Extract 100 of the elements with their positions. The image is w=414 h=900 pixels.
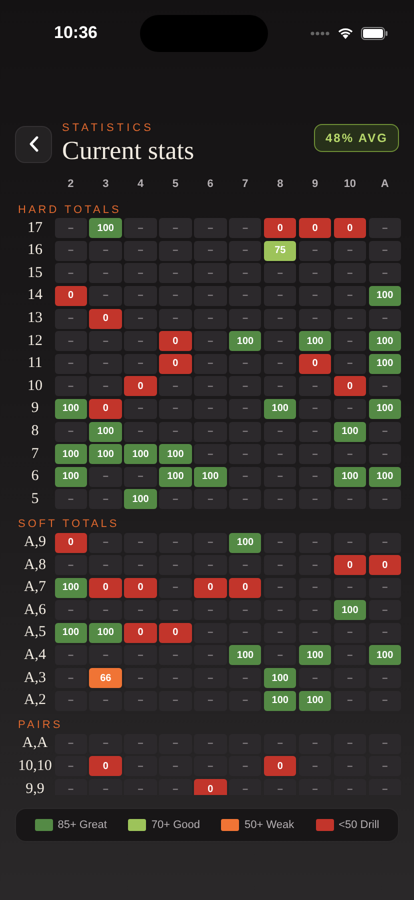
stat-cell[interactable]: – [298,240,332,261]
stat-cell[interactable]: – [89,263,122,284]
stat-cell[interactable]: – [298,600,332,620]
stat-cell[interactable]: – [89,240,122,261]
stat-cell[interactable]: – [334,756,366,776]
stat-cell[interactable]: – [194,734,226,754]
stat-cell[interactable]: – [54,756,87,776]
stat-cell[interactable]: 100 [89,218,122,238]
stat-cell[interactable]: – [159,578,192,598]
stat-cell[interactable]: – [89,690,122,711]
stat-cell[interactable]: – [334,690,366,711]
stat-cell[interactable]: – [264,578,296,598]
stat-cell[interactable]: 100 [368,354,401,374]
stat-cell[interactable]: 100 [124,444,157,464]
stat-cell[interactable]: – [124,218,157,238]
stat-cell[interactable]: – [124,263,157,284]
stat-cell[interactable]: 100 [334,422,366,442]
stat-cell[interactable]: – [229,756,262,776]
stat-cell[interactable]: 100 [89,444,122,464]
stat-cell[interactable]: – [159,690,192,711]
stat-cell[interactable]: – [54,354,87,374]
stat-cell[interactable]: – [194,422,226,442]
stat-cell[interactable]: 100 [264,690,296,711]
stat-cell[interactable]: – [264,532,296,552]
stat-cell[interactable]: – [229,240,262,261]
stat-cell[interactable]: – [229,354,262,374]
stat-cell[interactable]: – [194,600,226,620]
stat-cell[interactable]: – [194,286,226,306]
stat-cell[interactable]: – [229,779,262,795]
stat-cell[interactable]: – [334,779,366,795]
stat-cell[interactable]: 0 [229,578,262,598]
stat-cell[interactable]: 0 [54,532,87,552]
stat-cell[interactable]: – [54,331,87,352]
stat-cell[interactable]: – [54,376,87,396]
stat-cell[interactable]: 100 [89,422,122,442]
stat-cell[interactable]: – [89,600,122,620]
stat-cell[interactable]: – [368,756,401,776]
stat-cell[interactable]: – [334,286,366,306]
stat-cell[interactable]: 100 [298,690,332,711]
stat-cell[interactable]: – [194,263,226,284]
stat-cell[interactable]: – [264,354,296,374]
stat-cell[interactable]: – [298,422,332,442]
stat-cell[interactable]: 100 [264,398,296,419]
stat-cell[interactable]: – [89,489,122,510]
stat-cell[interactable]: – [54,308,87,329]
stat-cell[interactable]: – [368,532,401,552]
stat-cell[interactable]: – [334,444,366,464]
stat-cell[interactable]: 0 [54,286,87,306]
stat-cell[interactable]: – [334,398,366,419]
stat-cell[interactable]: 0 [334,555,366,576]
stat-cell[interactable]: – [368,622,401,643]
stat-cell[interactable]: – [298,622,332,643]
stat-cell[interactable]: – [229,600,262,620]
stat-cell[interactable]: – [54,422,87,442]
stat-cell[interactable]: – [264,331,296,352]
stat-cell[interactable]: – [54,555,87,576]
stat-cell[interactable]: – [159,240,192,261]
stat-cell[interactable]: – [334,263,366,284]
stat-cell[interactable]: – [264,376,296,396]
stat-cell[interactable]: – [298,466,332,487]
stat-cell[interactable]: – [159,376,192,396]
stat-cell[interactable]: – [229,622,262,643]
stat-cell[interactable]: – [229,422,262,442]
stat-cell[interactable]: 100 [229,331,262,352]
stat-cell[interactable]: – [159,600,192,620]
stat-cell[interactable]: 100 [89,622,122,643]
back-button[interactable] [15,126,52,162]
stat-cell[interactable]: – [124,779,157,795]
stat-cell[interactable]: 0 [264,218,296,238]
stat-cell[interactable]: – [264,444,296,464]
stat-cell[interactable]: – [368,444,401,464]
stat-cell[interactable]: – [229,489,262,510]
stat-cell[interactable]: 100 [54,398,87,419]
stat-cell[interactable]: 0 [89,756,122,776]
stat-cell[interactable]: – [334,532,366,552]
stat-cell[interactable]: – [334,622,366,643]
stat-cell[interactable]: – [54,218,87,238]
stat-cell[interactable]: – [194,555,226,576]
stat-cell[interactable]: – [159,555,192,576]
stat-cell[interactable]: – [124,600,157,620]
stat-cell[interactable]: – [264,422,296,442]
stat-cell[interactable]: 100 [159,466,192,487]
stat-cell[interactable]: 0 [89,308,122,329]
stat-cell[interactable]: – [194,376,226,396]
stat-cell[interactable]: 100 [368,466,401,487]
stat-cell[interactable]: – [54,690,87,711]
stat-cell[interactable]: – [368,690,401,711]
stat-cell[interactable]: – [194,690,226,711]
stat-cell[interactable]: – [124,331,157,352]
stat-cell[interactable]: – [89,331,122,352]
stat-cell[interactable]: – [264,600,296,620]
stat-cell[interactable]: – [368,600,401,620]
stat-cell[interactable]: – [334,331,366,352]
stat-cell[interactable]: – [368,668,401,688]
stat-cell[interactable]: – [229,308,262,329]
stat-cell[interactable]: – [124,466,157,487]
stat-cell[interactable]: 100 [264,668,296,688]
stat-cell[interactable]: – [159,422,192,442]
stat-cell[interactable]: – [194,331,226,352]
stat-cell[interactable]: – [194,668,226,688]
